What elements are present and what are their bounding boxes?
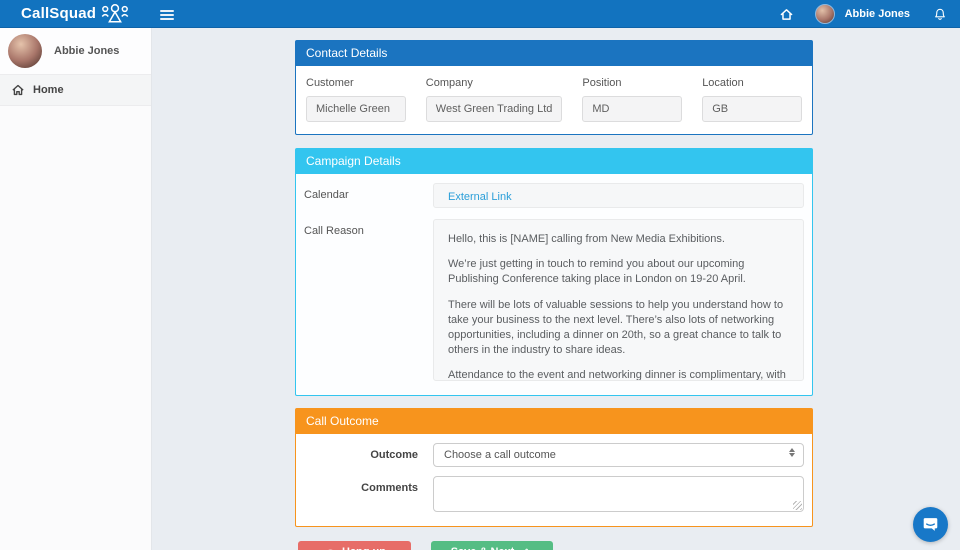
call-reason-paragraph: There will be lots of valuable sessions … <box>448 298 784 357</box>
campaign-details-title: Campaign Details <box>296 149 812 174</box>
select-updown-icon <box>789 448 795 457</box>
company-input[interactable]: West Green Trading Ltd <box>425 96 563 122</box>
top-navbar: CallSquad Abbie Jones <box>0 0 960 28</box>
save-next-label: Save & Next <box>451 546 515 550</box>
sidebar-profile: Abbie Jones <box>0 28 151 74</box>
comments-textarea[interactable] <box>433 476 804 512</box>
external-link[interactable]: External Link <box>448 191 512 203</box>
notifications-bell-icon[interactable] <box>934 8 946 21</box>
user-avatar[interactable] <box>814 4 835 24</box>
location-input[interactable]: GB <box>702 96 802 122</box>
home-icon[interactable] <box>780 8 793 21</box>
outcome-select[interactable]: Choose a call outcome <box>433 443 804 467</box>
call-reason-label: Call Reason <box>304 225 364 237</box>
position-field-group: Position MD <box>582 77 683 122</box>
menu-toggle-icon[interactable] <box>160 8 174 22</box>
calendar-link-box: External Link <box>433 183 804 208</box>
outcome-selected-value: Choose a call outcome <box>444 449 556 461</box>
squad-logo-icon <box>100 3 130 24</box>
position-input[interactable]: MD <box>582 96 683 122</box>
home-icon <box>12 84 24 96</box>
call-outcome-panel: Call Outcome Outcome Choose a call outco… <box>295 408 813 527</box>
campaign-details-panel: Campaign Details Calendar External Link … <box>295 148 813 396</box>
call-reason-paragraph: We’re just getting in touch to remind yo… <box>448 258 746 286</box>
brand-logo[interactable]: CallSquad <box>21 3 130 24</box>
sidebar-avatar <box>8 34 42 68</box>
location-label: Location <box>702 77 744 89</box>
position-label: Position <box>582 77 622 89</box>
outcome-label: Outcome <box>370 449 418 461</box>
company-field-group: Company West Green Trading Ltd <box>425 77 563 122</box>
phone-handset-icon <box>322 546 337 550</box>
resize-handle[interactable] <box>793 501 802 510</box>
sidebar: Abbie Jones Home <box>0 28 152 550</box>
customer-input[interactable]: Michelle Green <box>306 96 406 122</box>
company-label: Company <box>425 77 473 89</box>
hang-up-button[interactable]: Hang up <box>298 541 411 550</box>
hang-up-label: Hang up <box>342 546 386 550</box>
save-next-button[interactable]: Save & Next <box>431 541 553 550</box>
sidebar-user-name: Abbie Jones <box>54 45 120 57</box>
chat-widget-button[interactable] <box>913 507 948 542</box>
brand-name: CallSquad <box>21 5 97 22</box>
call-reason-paragraph: Hello, this is [NAME] calling from New M… <box>448 233 725 245</box>
customer-label: Customer <box>306 77 354 89</box>
main-content: Contact Details Customer Michelle Green … <box>152 28 960 550</box>
call-reason-paragraph: Attendance to the event and networking d… <box>448 369 786 381</box>
contact-details-title: Contact Details <box>296 41 812 66</box>
chat-bubble-icon <box>922 516 939 533</box>
contact-details-panel: Contact Details Customer Michelle Green … <box>295 40 813 135</box>
call-reason-text: Hello, this is [NAME] calling from New M… <box>433 219 804 381</box>
location-field-group: Location GB <box>702 77 802 122</box>
comments-label: Comments <box>361 482 418 494</box>
user-name[interactable]: Abbie Jones <box>845 8 910 20</box>
action-buttons: Hang up Save & Next <box>298 541 960 550</box>
sidebar-item-home[interactable]: Home <box>0 74 151 106</box>
call-outcome-title: Call Outcome <box>296 409 812 434</box>
calendar-label: Calendar <box>304 189 349 201</box>
thumbs-up-icon <box>520 546 533 550</box>
sidebar-item-home-label: Home <box>33 84 64 96</box>
customer-field-group: Customer Michelle Green <box>306 77 406 122</box>
